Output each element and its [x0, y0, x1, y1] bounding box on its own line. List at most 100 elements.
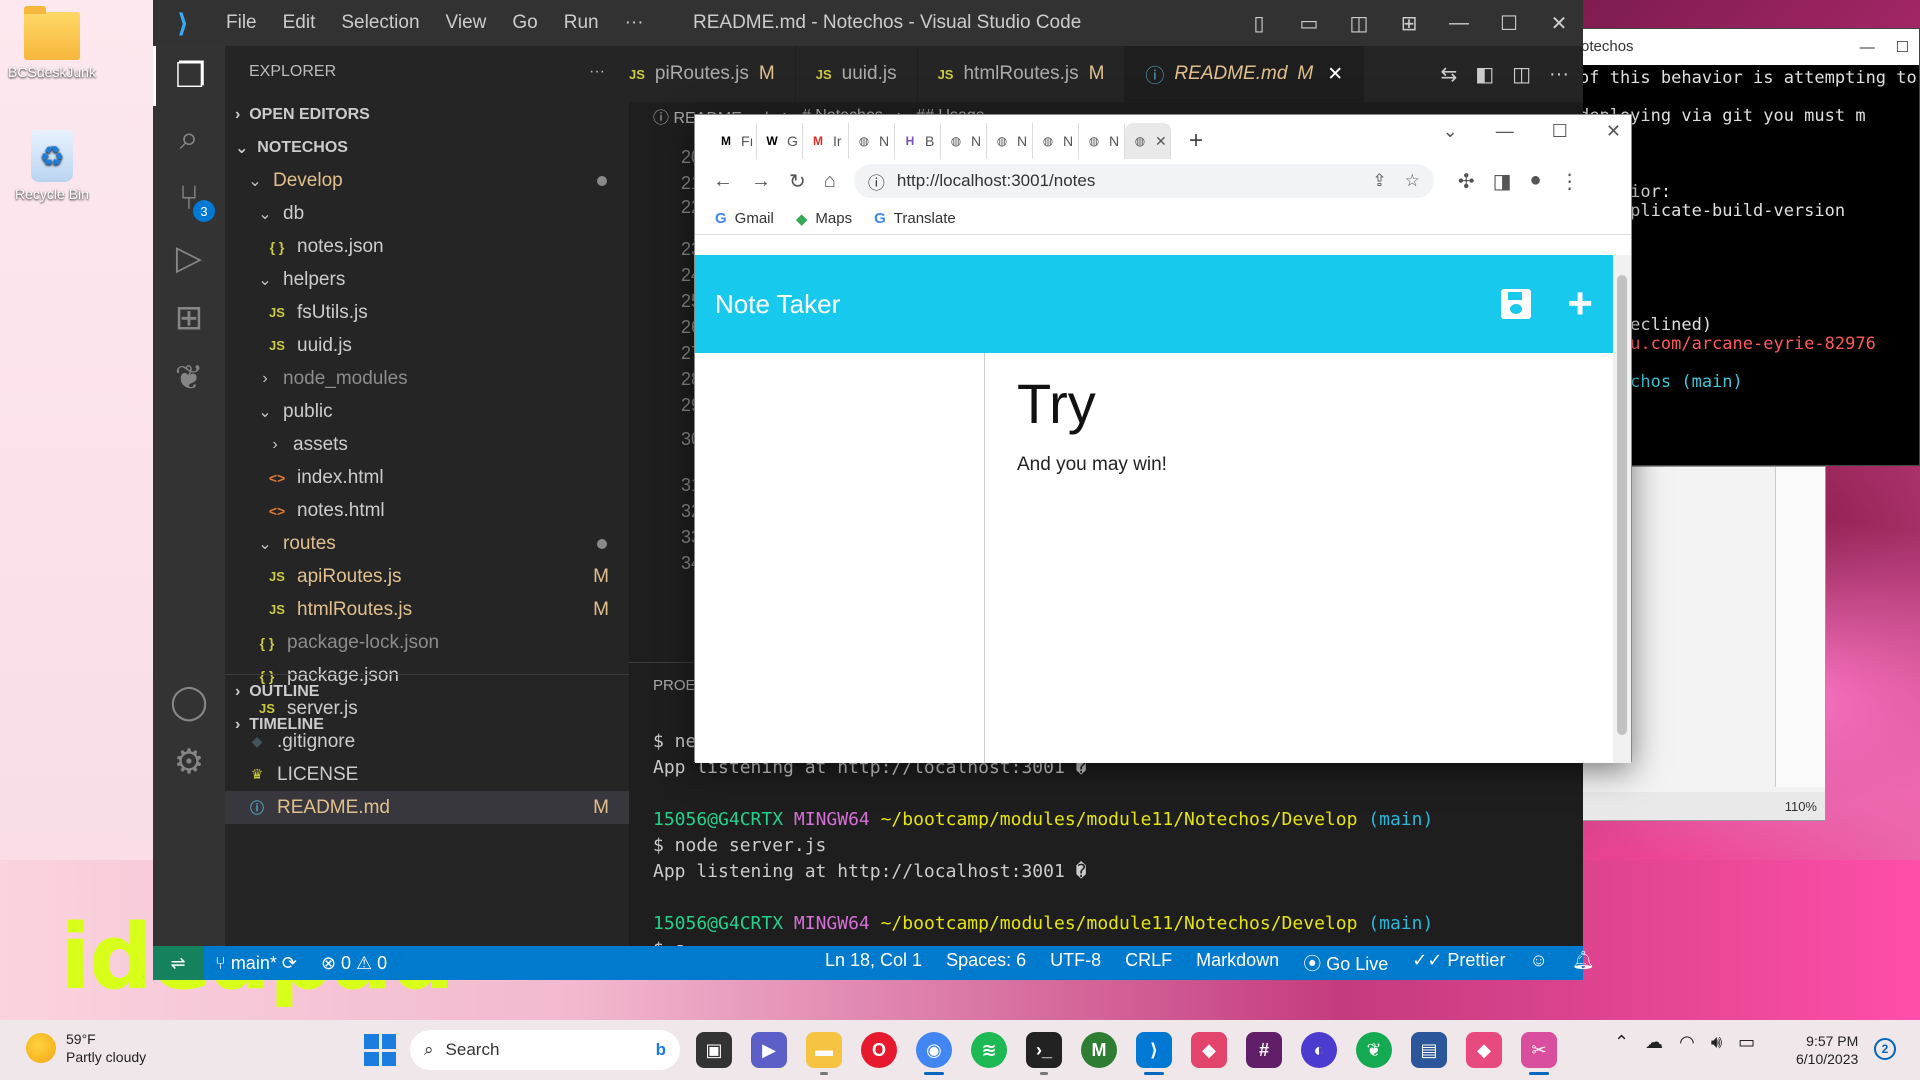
miktex-icon[interactable]: M — [1081, 1032, 1117, 1068]
slack-icon[interactable]: # — [1246, 1032, 1282, 1068]
remote-indicator-icon[interactable]: ⇌ — [153, 946, 203, 980]
browser-menu-icon[interactable]: ⋮ — [1560, 169, 1580, 194]
menu-item-file[interactable]: File — [213, 12, 270, 33]
customize-layout-icon[interactable]: ⊞ — [1393, 11, 1425, 36]
browser-tab[interactable]: ◍ N — [941, 123, 987, 159]
site-info-icon[interactable]: ⓘ — [868, 169, 885, 194]
prettier-button[interactable]: ✓✓ Prettier — [1400, 950, 1517, 976]
document-app-icon[interactable]: ▤ — [1411, 1032, 1447, 1068]
note-text[interactable]: And you may win! — [1017, 454, 1167, 476]
browser-tab[interactable]: ◍ N — [1033, 123, 1079, 159]
cursor-position[interactable]: Ln 18, Col 1 — [813, 950, 934, 976]
mongodb-compass-icon[interactable]: ❦ — [1356, 1032, 1392, 1068]
clock[interactable]: 9:57 PM 6/10/2023 — [1796, 1032, 1858, 1068]
save-note-icon[interactable] — [1501, 289, 1532, 319]
menu-item-run[interactable]: Run — [551, 12, 612, 33]
run-debug-icon[interactable]: ▷ — [153, 228, 225, 288]
end-of-line[interactable]: CRLF — [1113, 950, 1184, 976]
maximize-button[interactable]: ☐ — [1493, 11, 1525, 36]
file-explorer-icon[interactable]: ▬ — [806, 1032, 842, 1075]
app-title[interactable]: Note Taker — [715, 289, 840, 320]
project-section[interactable]: ⌄ NOTECHOS — [225, 131, 629, 164]
scrollbar-thumb[interactable] — [1617, 275, 1627, 735]
browser-tab[interactable]: M Ir — [803, 123, 849, 159]
forward-arrow-icon[interactable]: → — [751, 170, 771, 193]
menu-item-more[interactable]: ··· — [612, 12, 657, 33]
bookmark-gmail[interactable]: G Gmail — [715, 210, 774, 227]
page-scrollbar[interactable] — [1613, 255, 1631, 763]
tree-item[interactable]: ⌄ routes — [225, 527, 629, 560]
vscode-icon[interactable]: ⟩ — [1136, 1032, 1172, 1075]
more-actions-icon[interactable]: ··· — [1549, 63, 1569, 86]
new-tab-button[interactable]: + — [1189, 123, 1203, 159]
tree-item[interactable]: ⌄ helpers — [225, 263, 629, 296]
terminal-icon[interactable]: ›_ — [1026, 1032, 1062, 1075]
profile-avatar-icon[interactable]: ● — [1530, 169, 1542, 194]
battery-icon[interactable]: ▭ — [1738, 1032, 1755, 1053]
tree-item[interactable]: JS apiRoutes.js M — [225, 560, 629, 593]
indentation[interactable]: Spaces: 6 — [934, 950, 1038, 976]
tree-item[interactable]: JS uuid.js — [225, 329, 629, 362]
task-view-icon[interactable]: ▣ — [696, 1032, 732, 1068]
go-live-button[interactable]: ⦿ Go Live — [1291, 950, 1400, 976]
bookmark-maps[interactable]: ◆ Maps — [796, 210, 852, 228]
menu-item-edit[interactable]: Edit — [270, 12, 329, 33]
mongodb-leaf-icon[interactable]: ❦ — [153, 348, 225, 408]
tree-item[interactable]: JS fsUtils.js — [225, 296, 629, 329]
tree-item[interactable]: ♛ LICENSE — [225, 758, 629, 791]
tree-item[interactable]: <> notes.html — [225, 494, 629, 527]
side-panel-icon[interactable]: ◨ — [1493, 169, 1512, 194]
terminal-output[interactable]: $ ne App listening at http://localhost:30… — [653, 729, 1433, 963]
tree-item[interactable]: ⌄ db — [225, 197, 629, 230]
extensions-icon[interactable]: ⊞ — [153, 288, 225, 348]
new-note-icon[interactable]: + — [1567, 282, 1593, 326]
teams-icon[interactable]: ▶ — [751, 1032, 787, 1068]
editor-tab[interactable]: JS uuid.js — [796, 46, 918, 102]
back-arrow-icon[interactable]: ← — [713, 170, 733, 193]
volume-icon[interactable]: 🔊︎ — [1711, 1032, 1722, 1053]
wifi-icon[interactable]: ◠ — [1679, 1032, 1695, 1053]
share-icon[interactable]: ⇪ — [1372, 171, 1386, 191]
bookmark-star-icon[interactable]: ☆ — [1405, 171, 1420, 191]
toggle-panel-icon[interactable]: ▭ — [1293, 11, 1325, 36]
address-bar[interactable]: ⓘ http://localhost:3001/notes ⇪ ☆ — [853, 164, 1434, 198]
close-button[interactable]: ✕ — [1543, 11, 1575, 36]
language-mode[interactable]: Markdown — [1184, 950, 1291, 976]
tree-item[interactable]: › node_modules — [225, 362, 629, 395]
desktop-icon-bcsdeskjunk[interactable]: BCSdeskJunk — [4, 6, 100, 80]
explorer-icon[interactable]: ❐ — [153, 46, 225, 106]
editor-tool-rail[interactable] — [1775, 467, 1825, 787]
tree-item[interactable]: { } package-lock.json — [225, 626, 629, 659]
minimize-button[interactable]: — — [1496, 121, 1514, 142]
split-editor-icon[interactable]: ◫ — [1512, 62, 1531, 87]
editor-tab[interactable]: JS htmlRoutes.js M — [918, 46, 1126, 102]
close-tab-icon[interactable]: ✕ — [1327, 63, 1343, 86]
tree-item[interactable]: ⌄ Develop — [225, 164, 629, 197]
tree-item[interactable]: › assets — [225, 428, 629, 461]
open-preview-icon[interactable]: ◧ — [1475, 62, 1494, 87]
tree-item[interactable]: JS htmlRoutes.js M — [225, 593, 629, 626]
home-icon[interactable]: ⌂ — [824, 170, 836, 193]
chrome-window[interactable]: M Fı W G M Ir ◍ N H B ◍ N ◍ N ◍ N ◍ N ◍ ✕ + ⌄ — ☐ ✕ ← → ↻ ⌂… — [694, 114, 1632, 763]
chrome-icon[interactable]: ◉ — [916, 1032, 952, 1075]
spotify-icon[interactable]: ≋ — [971, 1032, 1007, 1068]
accounts-icon[interactable]: ◯ — [153, 672, 225, 732]
browser-tab[interactable]: ◍ N — [849, 123, 895, 159]
onedrive-cloud-icon[interactable]: ☁ — [1645, 1032, 1663, 1053]
url-text[interactable]: http://localhost:3001/notes — [897, 171, 1095, 191]
outline-section[interactable]: › OUTLINE — [225, 675, 629, 708]
night-app-icon[interactable]: ◐ — [1301, 1032, 1337, 1068]
browser-tab[interactable]: M Fı — [711, 123, 757, 159]
menu-item-view[interactable]: View — [433, 12, 500, 33]
zoom-level[interactable]: 110% — [1785, 799, 1817, 814]
browser-tab[interactable]: WG — [757, 123, 803, 159]
open-editors-section[interactable]: › OPEN EDITORS — [225, 98, 629, 131]
terminal-window-controls[interactable]: — ☐ — [1860, 38, 1909, 56]
feedback-icon[interactable]: ☺ — [1517, 950, 1559, 976]
taskbar-search[interactable]: ⌕ Search b — [410, 1030, 680, 1070]
notifications-bell-icon[interactable]: 🔔︎ — [1560, 950, 1607, 976]
close-tab-icon[interactable]: ✕ — [1155, 133, 1167, 150]
terminal-titlebar[interactable]: otechos — ☐ — [1571, 29, 1919, 65]
editor-tab[interactable]: JS piRoutes.js M — [629, 46, 796, 102]
more-actions-icon[interactable]: ··· — [589, 63, 605, 81]
